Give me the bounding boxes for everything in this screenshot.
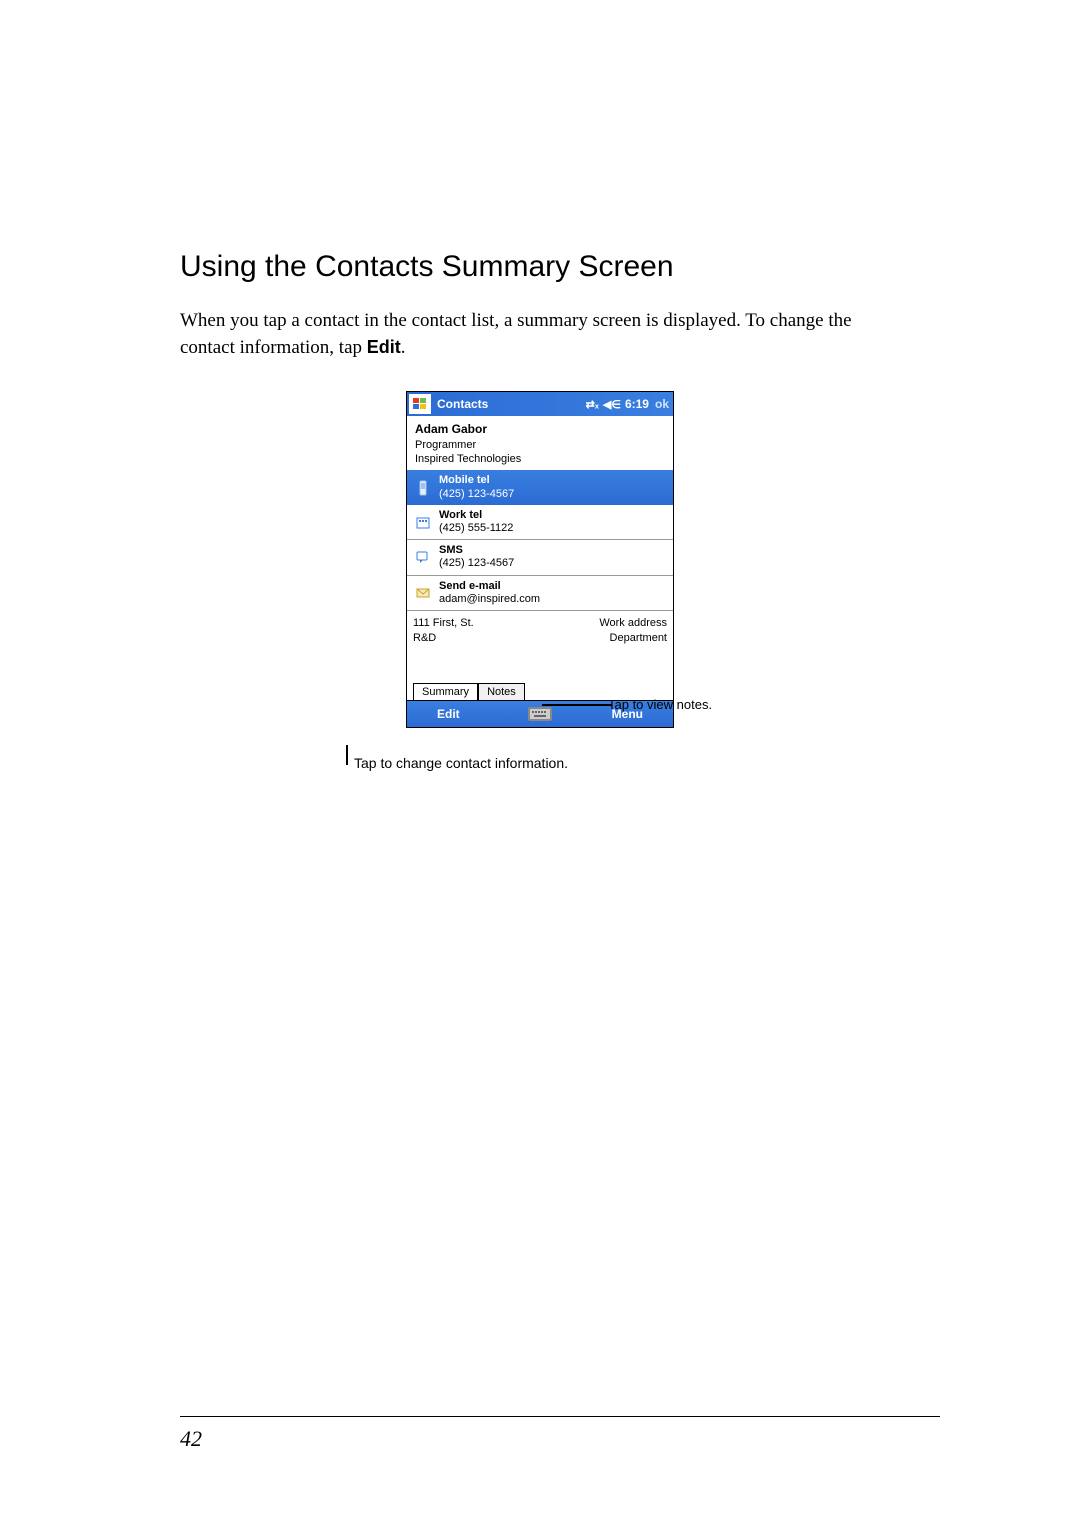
department-line: R&D Department [413,632,667,644]
address-block: 111 First, St. Work address R&D Departme… [407,611,673,653]
body-text-bold: Edit [367,337,401,357]
start-flag-icon [409,394,431,414]
contact-title: Programmer [415,438,665,452]
contact-company: Inspired Technologies [415,452,665,466]
section-heading: Using the Contacts Summary Screen [180,250,900,284]
callout-edit: Tap to change contact information. [346,755,568,775]
contact-row-mobile[interactable]: Mobile tel (425) 123-4567 [407,470,673,504]
volume-icon: ◀∈ [603,398,621,411]
contact-row-sms[interactable]: SMS (425) 123-4567 [407,540,673,575]
row-label: SMS [439,544,514,557]
clock: 6:19 [625,397,649,411]
work-icon [413,512,433,532]
department-value: R&D [413,632,436,644]
device-screenshot: Contacts ⇄ₓ ◀∈ 6:19 ok Adam Gabor Progra… [406,391,674,728]
title-bar: Contacts ⇄ₓ ◀∈ 6:19 ok [407,392,673,416]
row-label: Send e-mail [439,580,540,593]
edit-softkey[interactable]: Edit [437,707,460,721]
status-icons: ⇄ₓ ◀∈ 6:19 ok [586,397,673,411]
address-value: 111 First, St. [413,617,474,629]
contact-name: Adam Gabor [415,422,665,438]
body-text-post: . [401,337,406,358]
keyboard-icon[interactable] [528,707,552,721]
row-value: (425) 123-4567 [439,488,514,501]
row-value: (425) 123-4567 [439,557,514,570]
callout-edit-text: Tap to change contact information. [354,755,568,771]
body-paragraph: When you tap a contact in the contact li… [180,308,900,361]
sms-icon [413,547,433,567]
tab-notes[interactable]: Notes [478,683,525,700]
page-number: 42 [180,1426,202,1452]
row-label: Mobile tel [439,474,514,487]
tabs-row: Summary Notes [407,653,673,701]
address-label: Work address [599,617,667,629]
callout-notes-text: Tap to view notes. [608,697,712,712]
body-text-pre: When you tap a contact in the contact li… [180,310,852,358]
contact-row-email[interactable]: Send e-mail adam@inspired.com [407,576,673,611]
mobile-icon [413,478,433,498]
row-label: Work tel [439,509,513,522]
row-value: adam@inspired.com [439,593,540,606]
app-title: Contacts [433,397,586,411]
row-value: (425) 555-1122 [439,522,513,535]
signal-icon: ⇄ₓ [586,398,599,411]
contact-row-work[interactable]: Work tel (425) 555-1122 [407,505,673,540]
tab-summary[interactable]: Summary [413,683,478,700]
callout-line [346,745,348,765]
footer-rule [180,1416,940,1417]
callout-notes: Tap to view notes. [608,697,712,712]
email-icon [413,583,433,603]
ok-button[interactable]: ok [655,397,669,411]
address-line: 111 First, St. Work address [413,617,667,629]
contact-header: Adam Gabor Programmer Inspired Technolog… [407,416,673,470]
department-label: Department [610,632,667,644]
callout-line [542,704,612,706]
screenshot-area: Contacts ⇄ₓ ◀∈ 6:19 ok Adam Gabor Progra… [180,391,900,728]
